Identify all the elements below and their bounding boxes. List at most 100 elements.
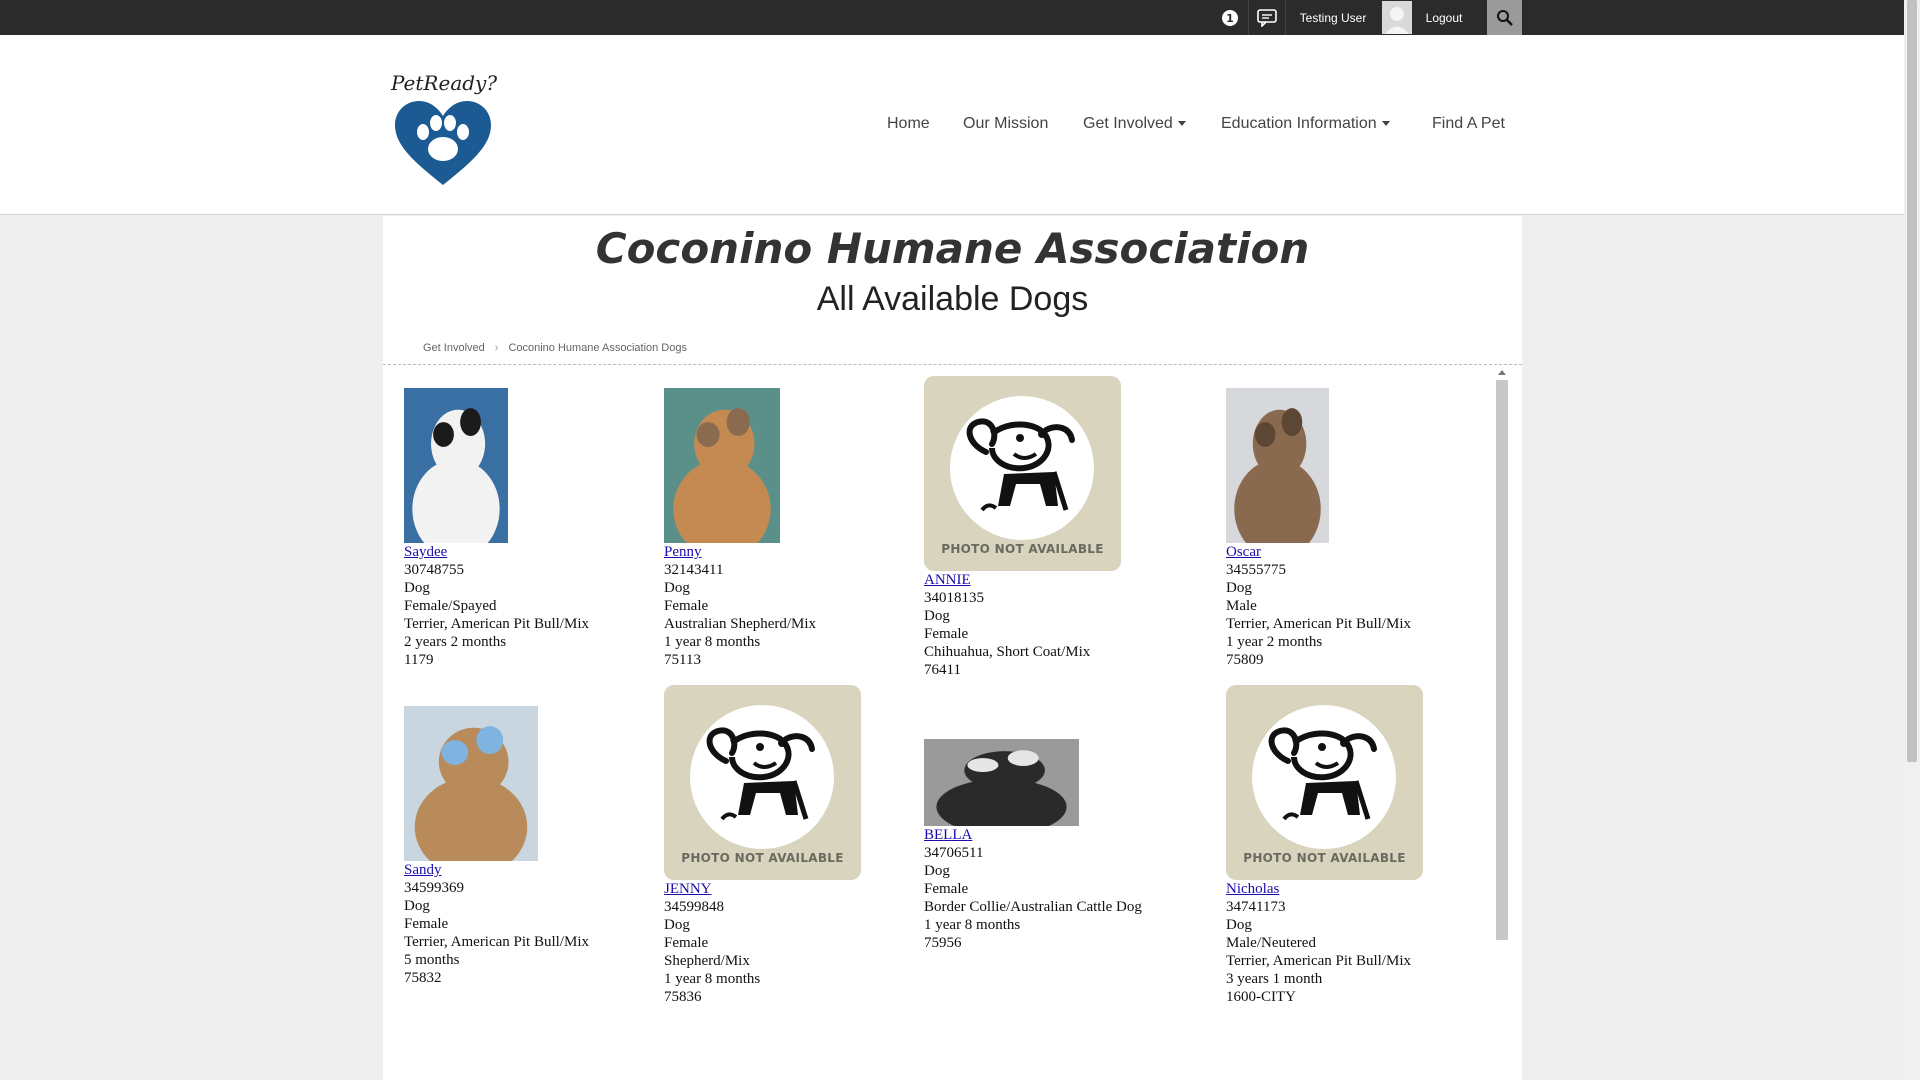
dog-kennel: 1179 <box>404 652 434 668</box>
dog-breed: Terrier, American Pit Bull/Mix <box>1226 616 1411 632</box>
dog-id: 34599848 <box>664 899 724 915</box>
dog-age: 1 year 8 months <box>664 634 761 650</box>
nav-our-mission[interactable]: Our Mission <box>963 115 1048 133</box>
dog-species: Dog <box>404 898 430 914</box>
dog-species: Dog <box>924 608 950 624</box>
dog-age: 3 years 1 month <box>1226 971 1323 987</box>
nav-get-involved[interactable]: Get Involved <box>1083 115 1186 133</box>
dog-photo-image <box>404 706 538 861</box>
divider <box>383 364 1522 365</box>
nav-find-a-pet[interactable]: Find A Pet <box>1432 115 1505 133</box>
messages-button[interactable] <box>1248 0 1285 35</box>
dog-age: 2 years 2 months <box>404 634 507 650</box>
notifications-button[interactable]: 1 <box>1212 0 1248 35</box>
listing-scrollbar[interactable] <box>1495 368 1509 1080</box>
dog-name-link[interactable]: Nicholas <box>1226 881 1279 897</box>
dog-photo-image <box>404 388 508 543</box>
dog-photo-image <box>924 739 1079 826</box>
dog-kennel: 75836 <box>664 989 702 1005</box>
dog-name-link[interactable]: BELLA <box>924 827 972 843</box>
dog-breed: Chihuahua, Short Coat/Mix <box>924 644 1091 660</box>
page-scrollbar-thumb[interactable] <box>1907 0 1917 762</box>
avatar[interactable] <box>1380 0 1413 35</box>
photo-not-available: PHOTO NOT AVAILABLE <box>924 376 1121 571</box>
dog-species: Dog <box>404 580 430 596</box>
dog-card: PHOTO NOT AVAILABLE Nicholas 34741173 Dog Ma… <box>1226 685 1476 1006</box>
chevron-right-icon: › <box>494 342 499 354</box>
nav-education-information[interactable]: Education Information <box>1221 115 1390 133</box>
dog-breed: Shepherd/Mix <box>664 953 750 969</box>
search-button[interactable] <box>1487 0 1522 35</box>
dog-breed: Australian Shepherd/Mix <box>664 616 817 632</box>
dog-species: Dog <box>664 580 690 596</box>
dog-id: 34741173 <box>1226 899 1286 915</box>
page-scrollbar[interactable] <box>1904 0 1920 1080</box>
top-utility-bar: 1 Testing User Logout <box>0 0 1904 35</box>
dog-placeholder-icon <box>1268 727 1377 821</box>
nav-education-label: Education Information <box>1221 115 1377 132</box>
main-content: Coconino Humane Association All Availabl… <box>383 216 1522 1080</box>
dog-photo-image <box>664 388 780 543</box>
dog-name-link[interactable]: Penny <box>664 544 702 560</box>
dog-photo-image <box>1226 388 1329 543</box>
dog-age: 1 year 8 months <box>924 917 1021 933</box>
search-icon <box>1496 9 1513 26</box>
dog-id: 34599369 <box>404 880 464 896</box>
dog-id: 30748755 <box>404 562 464 578</box>
dog-placeholder-icon <box>706 727 815 821</box>
breadcrumb-get-involved[interactable]: Get Involved <box>423 342 485 354</box>
dog-photo[interactable] <box>664 388 780 543</box>
dog-kennel: 75832 <box>404 970 442 986</box>
breadcrumb-current: Coconino Humane Association Dogs <box>508 342 687 354</box>
petready-logo[interactable]: PetReady? <box>391 71 497 219</box>
listing-scrollbar-thumb[interactable] <box>1496 380 1508 940</box>
scroll-up-icon[interactable] <box>1498 370 1506 375</box>
dog-name-link[interactable]: JENNY <box>664 881 712 897</box>
dog-listing-frame: Saydee 30748755 Dog Female/Spayed Terrier, A… <box>383 368 1522 1080</box>
site-header: PetReady? Home Our Mission Get Involved … <box>0 35 1904 215</box>
dog-card: PHOTO NOT AVAILABLE ANNIE 34018135 Dog Femal… <box>924 376 1174 679</box>
dog-photo[interactable] <box>404 388 508 543</box>
dog-card: Saydee 30748755 Dog Female/Spayed Terrier, A… <box>404 388 654 669</box>
user-avatar-icon <box>1384 7 1409 34</box>
photo-not-available-caption: PHOTO NOT AVAILABLE <box>1243 851 1406 865</box>
notification-bell-icon: 1 <box>1222 9 1238 26</box>
dog-name-link[interactable]: Oscar <box>1226 544 1261 560</box>
dog-age: 1 year 2 months <box>1226 634 1323 650</box>
dog-id: 34555775 <box>1226 562 1286 578</box>
dog-id: 32143411 <box>664 562 724 578</box>
dog-species: Dog <box>1226 917 1252 933</box>
dog-sex: Female <box>924 626 969 642</box>
dog-sex: Female <box>664 935 709 951</box>
user-name[interactable]: Testing User <box>1285 0 1380 35</box>
heart-paw-logo-icon <box>395 101 491 185</box>
caret-down-icon <box>1177 121 1186 127</box>
dog-card: Penny 32143411 Dog Female Australian Shepher… <box>664 388 914 669</box>
dog-name-link[interactable]: Saydee <box>404 544 447 560</box>
chat-icon <box>1257 8 1277 27</box>
photo-not-available-caption: PHOTO NOT AVAILABLE <box>941 542 1104 556</box>
dog-age: 5 months <box>404 952 460 968</box>
nav-home[interactable]: Home <box>887 115 930 133</box>
organization-title: Coconino Humane Association <box>595 224 1310 273</box>
dog-photo[interactable] <box>1226 388 1329 543</box>
dog-photo[interactable] <box>404 706 538 861</box>
notification-count: 1 <box>1226 12 1234 25</box>
dog-id: 34018135 <box>924 590 984 606</box>
dog-sex: Female <box>924 881 969 897</box>
dog-species: Dog <box>1226 580 1252 596</box>
dog-sex: Female <box>404 916 449 932</box>
dog-card: Oscar 34555775 Dog Male Terrier, American Pi… <box>1226 388 1476 669</box>
dog-name-link[interactable]: Sandy <box>404 862 442 878</box>
dog-breed: Border Collie/Australian Cattle Dog <box>924 899 1142 915</box>
dog-sex: Male <box>1226 598 1257 614</box>
dog-name-link[interactable]: ANNIE <box>924 572 971 588</box>
dog-sex: Female/Spayed <box>404 598 497 614</box>
breadcrumb: Get Involved › Coconino Humane Association… <box>423 342 687 354</box>
dog-sex: Female <box>664 598 709 614</box>
logout-link[interactable]: Logout <box>1413 0 1475 35</box>
dog-placeholder-icon <box>966 418 1075 512</box>
dog-card: BELLA 34706511 Dog Female Border Collie/Aust… <box>924 739 1174 952</box>
dog-photo[interactable] <box>924 739 1079 826</box>
dog-kennel: 75956 <box>924 935 962 951</box>
